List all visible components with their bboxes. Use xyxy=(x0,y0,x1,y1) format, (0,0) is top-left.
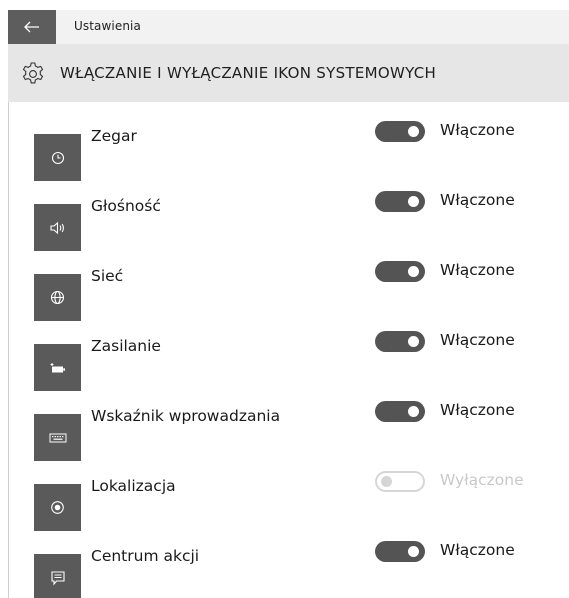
settings-window: Ustawienia WŁĄCZANIE I WYŁĄCZANIE IKON S… xyxy=(0,0,569,598)
location-icon xyxy=(51,501,64,514)
setting-label: Zasilanie xyxy=(91,337,161,355)
gear-icon xyxy=(22,62,44,84)
app-title: Ustawienia xyxy=(74,19,141,33)
toggle-state-label: Włączone xyxy=(440,191,515,209)
setting-tile xyxy=(34,484,81,531)
toggle-knob xyxy=(408,196,419,207)
toggle-switch[interactable] xyxy=(375,331,425,352)
speaker-icon xyxy=(49,221,64,234)
toggle-switch[interactable] xyxy=(375,121,425,142)
toggle-switch[interactable] xyxy=(375,261,425,282)
globe-icon xyxy=(50,290,65,305)
setting-label: Głośność xyxy=(91,197,161,215)
toggle-knob xyxy=(408,406,419,417)
setting-tile xyxy=(34,274,81,321)
setting-row-location: Lokalizacja Wyłączone xyxy=(8,471,569,547)
toggle-knob xyxy=(408,546,419,557)
setting-tile xyxy=(34,344,81,391)
battery-icon xyxy=(50,362,65,372)
toggle-switch[interactable] xyxy=(375,541,425,562)
setting-label: Centrum akcji xyxy=(91,547,200,565)
setting-row-clock: Zegar Włączone xyxy=(8,121,569,197)
toggle-state-label: Włączone xyxy=(440,261,515,279)
keyboard-icon xyxy=(49,433,66,442)
toggle-knob xyxy=(381,476,392,487)
toggle-state-label: Wyłączone xyxy=(440,471,524,489)
setting-label: Sieć xyxy=(91,267,124,285)
setting-label: Zegar xyxy=(91,127,137,145)
page-title: WŁĄCZANIE I WYŁĄCZANIE IKON SYSTEMOWYCH xyxy=(60,64,437,82)
setting-label: Lokalizacja xyxy=(91,477,176,495)
title-bar: Ustawienia xyxy=(8,10,569,44)
back-button[interactable] xyxy=(8,10,56,44)
toggle-knob xyxy=(408,126,419,137)
setting-tile xyxy=(34,554,81,598)
setting-label: Wskaźnik wprowadzania xyxy=(91,407,281,425)
toggle-knob xyxy=(408,266,419,277)
setting-row-network: Sieć Włączone xyxy=(8,261,569,337)
toggle-switch[interactable] xyxy=(375,191,425,212)
clock-icon xyxy=(51,151,64,164)
toggle-state-label: Włączone xyxy=(440,541,515,559)
setting-row-input-indicator: Wskaźnik wprowadzania Włączone xyxy=(8,401,569,477)
setting-tile xyxy=(34,414,81,461)
setting-row-action-center: Centrum akcji Włączone xyxy=(8,541,569,598)
toggle-state-label: Włączone xyxy=(440,121,515,139)
toggle-state-label: Włączone xyxy=(440,401,515,419)
toggle-switch[interactable] xyxy=(375,401,425,422)
setting-tile xyxy=(34,204,81,251)
setting-row-power: Zasilanie Włączone xyxy=(8,331,569,407)
toggle-knob xyxy=(408,336,419,347)
back-arrow-icon xyxy=(24,21,39,33)
action-center-icon xyxy=(50,570,65,586)
page-header: WŁĄCZANIE I WYŁĄCZANIE IKON SYSTEMOWYCH xyxy=(8,44,569,102)
toggle-state-label: Włączone xyxy=(440,331,515,349)
setting-row-volume: Głośność Włączone xyxy=(8,191,569,267)
setting-tile xyxy=(34,134,81,181)
toggle-switch[interactable] xyxy=(375,471,425,492)
